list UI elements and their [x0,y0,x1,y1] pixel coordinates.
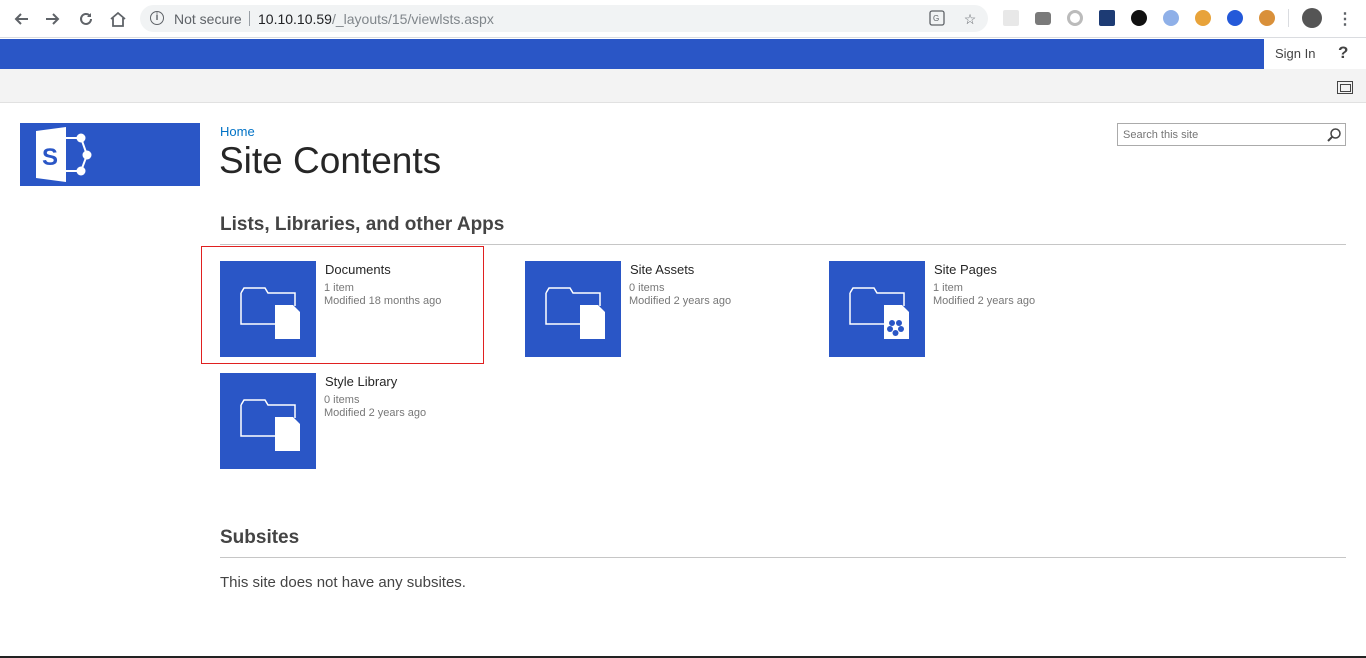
divider [220,557,1346,558]
security-label: Not secure [174,11,242,27]
ribbon [0,69,1366,103]
wiki-page-library-icon[interactable] [829,261,925,357]
tile-name[interactable]: Style Library [325,374,397,389]
back-icon[interactable] [9,7,33,31]
suite-bar-actions: Sign In ? [1264,39,1366,69]
extension-icon[interactable] [1227,10,1243,26]
tile-item-count: 0 items [324,394,360,406]
address-bar[interactable]: i Not secure 10.10.10.59/_layouts/15/vie… [140,5,988,32]
extension-icon[interactable] [1131,10,1147,26]
divider [1288,9,1289,27]
document-library-icon[interactable] [525,261,621,357]
url-text[interactable]: 10.10.10.59/_layouts/15/viewlsts.aspx [258,11,494,27]
page-title: Site Contents [219,140,442,181]
breadcrumb[interactable]: Home [220,124,255,139]
menu-icon[interactable]: ⋮ [1333,7,1357,31]
help-icon[interactable]: ? [1338,43,1348,63]
tile-name[interactable]: Site Assets [630,262,694,277]
bookmark-star-icon[interactable]: ☆ [961,10,979,28]
app-tile-site-assets[interactable]: Site Assets 0 items Modified 2 years ago [525,261,815,361]
document-library-icon[interactable] [220,373,316,469]
apps-section-title: Lists, Libraries, and other Apps [220,214,505,235]
empty-subsites-message: This site does not have any subsites. [220,574,466,591]
info-icon[interactable]: i [150,11,164,25]
home-icon[interactable] [106,7,130,31]
extension-icon[interactable] [1067,10,1083,26]
tile-modified: Modified 2 years ago [324,407,427,419]
tile-modified: Modified 18 months ago [324,295,442,307]
app-tile-documents[interactable]: Documents 1 item Modified 18 months ago [220,261,510,361]
sharepoint-logo-icon: S [36,127,92,182]
tile-name[interactable]: Site Pages [934,262,997,277]
cookie-icon[interactable] [1259,10,1275,26]
browser-toolbar: i Not secure 10.10.10.59/_layouts/15/vie… [0,0,1366,38]
extension-icon[interactable] [1195,10,1211,26]
tile-item-count: 0 items [629,282,665,294]
search-box[interactable] [1117,123,1346,146]
extension-icon[interactable] [1099,10,1115,26]
url-host: 10.10.10.59 [258,11,332,27]
svg-text:S: S [42,144,58,171]
forward-icon[interactable] [41,7,65,31]
search-input[interactable] [1118,124,1322,145]
site-logo[interactable]: S [20,123,200,186]
divider [249,11,250,26]
avatar[interactable] [1302,8,1322,28]
reload-icon[interactable] [74,7,98,31]
tile-item-count: 1 item [933,282,963,294]
tile-modified: Modified 2 years ago [629,295,732,307]
tile-name[interactable]: Documents [325,262,391,277]
tile-item-count: 1 item [324,282,354,294]
suite-bar: Sign In ? [0,39,1366,69]
translate-icon[interactable]: G [928,10,946,28]
focus-on-content-icon[interactable] [1337,81,1353,94]
document-library-icon[interactable] [220,261,316,357]
extension-icon[interactable] [1163,10,1179,26]
svg-text:G: G [933,14,939,23]
tile-modified: Modified 2 years ago [933,295,1036,307]
divider [220,244,1346,245]
sign-in-link[interactable]: Sign In [1275,46,1315,61]
search-icon[interactable] [1326,127,1342,143]
app-tile-site-pages[interactable]: Site Pages 1 item Modified 2 years ago [829,261,1119,361]
subsites-section-title: Subsites [220,527,300,548]
extension-icon[interactable] [1003,10,1019,26]
camera-icon[interactable] [1035,12,1051,25]
url-path: /_layouts/15/viewlsts.aspx [331,11,494,27]
app-tile-style-library[interactable]: Style Library 0 items Modified 2 years a… [220,373,510,473]
